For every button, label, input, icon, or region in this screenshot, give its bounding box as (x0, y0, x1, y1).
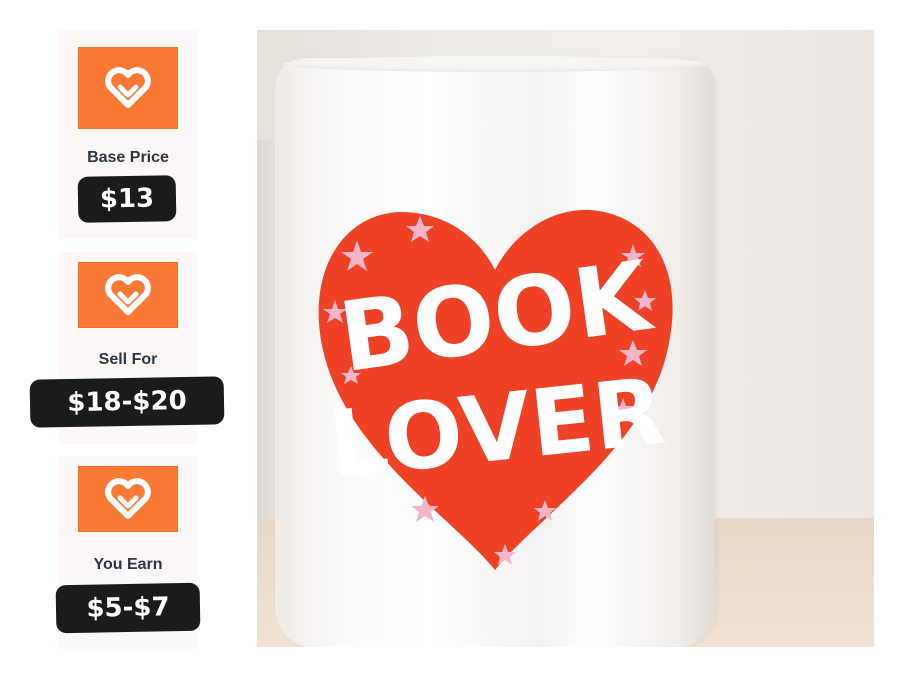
sell-for-value: $18-$20 (29, 376, 225, 428)
mug-rim (281, 56, 709, 72)
heart-outline-icon (105, 67, 151, 108)
book-lover-heart-print: BOOK LOVER (318, 209, 673, 570)
heart-outline-icon (105, 274, 151, 315)
you-earn-value: $5-$7 (55, 582, 201, 634)
base-price-tile (79, 48, 177, 128)
base-price-value: $13 (77, 175, 177, 223)
product-photo: BOOK LOVER (257, 30, 874, 647)
base-price-label: Base Price (87, 149, 169, 166)
sell-for-label: Sell For (98, 351, 158, 368)
sell-for-tile (79, 263, 177, 327)
heart-outline-icon (105, 478, 151, 519)
you-earn-label: You Earn (93, 556, 163, 573)
you-earn-tile (79, 467, 177, 531)
